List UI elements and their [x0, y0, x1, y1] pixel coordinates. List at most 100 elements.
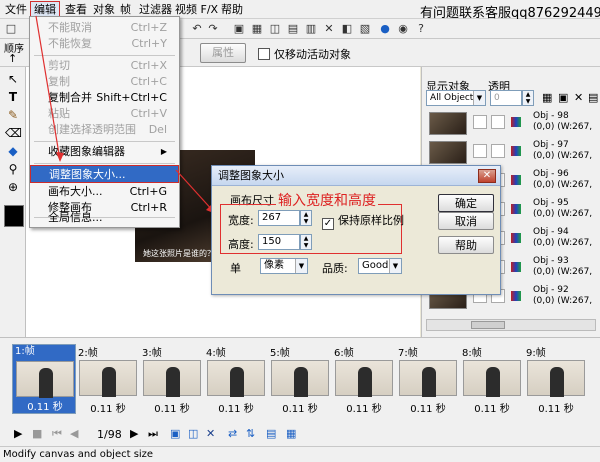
object-visible-box[interactable]	[473, 144, 487, 158]
object-filter-select[interactable]: All Object ▼	[426, 90, 486, 106]
chevron-down-icon: ▼	[295, 259, 307, 273]
help-cursor-icon[interactable]: ?	[414, 22, 428, 36]
quality-select[interactable]: Good ▼	[358, 258, 402, 274]
copy-frame-icon[interactable]: ◫	[188, 427, 198, 440]
timeline-frame[interactable]: 1:帧 0.11 秒	[12, 344, 76, 414]
menu-object[interactable]: 对象	[90, 2, 118, 17]
frame-duration: 0.11 秒	[538, 404, 574, 415]
transparency-input[interactable]: 0	[490, 90, 522, 106]
object-lock-box[interactable]	[491, 144, 505, 158]
foreground-color-swatch[interactable]	[4, 205, 24, 227]
timeline-frame[interactable]: 5:帧 0.11 秒	[268, 344, 332, 415]
menu-view[interactable]: 查看	[62, 2, 90, 17]
panel-grid-icon[interactable]: ▦	[542, 91, 552, 104]
transparency-spinner[interactable]: ▲ ▼	[522, 90, 534, 106]
prev-frame-icon[interactable]: ◀	[70, 427, 78, 440]
menu-file[interactable]: 文件	[2, 2, 30, 17]
cancel-button[interactable]: 取消	[438, 212, 494, 230]
zoom-tool-icon[interactable]: ⊕	[5, 179, 21, 195]
delete-frame-icon[interactable]: ✕	[206, 427, 215, 440]
unit-select[interactable]: 像素 ▼	[260, 258, 308, 274]
menu-item-global-info[interactable]: 全局信息...	[30, 209, 179, 227]
export-icon[interactable]: ▤	[286, 22, 300, 36]
height-spinner[interactable]: ▲ ▼	[300, 234, 312, 250]
object-row[interactable]: Obj - 98 (0,0) (W:267,	[427, 111, 597, 136]
object-visible-box[interactable]	[473, 115, 487, 129]
add-frame-icon[interactable]: ▣	[170, 427, 180, 440]
move-active-checkbox[interactable]	[258, 48, 270, 60]
menu-frame[interactable]: 帧	[117, 2, 134, 17]
timeline-frame[interactable]: 4:帧 0.11 秒	[204, 344, 268, 415]
object-row[interactable]: Obj - 97 (0,0) (W:267,	[427, 140, 597, 165]
frame-label: 4:帧	[206, 348, 226, 359]
attributes-button[interactable]: 属性	[200, 43, 246, 63]
frame-properties-icon[interactable]: ▤	[266, 427, 276, 440]
scrollbar-thumb[interactable]	[471, 321, 505, 329]
ok-button[interactable]: 确定	[438, 194, 494, 212]
last-frame-icon[interactable]: ⏭	[148, 427, 158, 441]
optimize-icon[interactable]: ▧	[358, 22, 372, 36]
height-input[interactable]: 150	[258, 234, 300, 250]
timeline-frame[interactable]: 6:帧 0.11 秒	[332, 344, 396, 415]
menu-item-redo[interactable]: 不能恢复 Ctrl+Y	[30, 35, 179, 53]
undo-icon[interactable]: ↶	[190, 22, 204, 36]
frame-thumbnail	[527, 360, 585, 397]
keep-ratio-toggle[interactable]: ✓ 保持原样比例	[322, 212, 404, 230]
preview-icon[interactable]: ◉	[396, 22, 410, 36]
unit-label: 单	[230, 262, 241, 275]
brush-tool-icon[interactable]: ✎	[5, 107, 21, 123]
first-frame-icon[interactable]: ⏮	[52, 427, 62, 441]
menu-item-label: 调整图象大小...	[49, 168, 126, 181]
arrow-up-icon[interactable]: ↑	[8, 52, 17, 65]
frame-icon[interactable]: ▦	[250, 22, 264, 36]
timeline-frame[interactable]: 3:帧 0.11 秒	[140, 344, 204, 415]
globe-icon[interactable]: ●	[378, 22, 392, 36]
menu-item-shortcut: Ctrl+Y	[131, 37, 167, 50]
timeline-frame[interactable]: 2:帧 0.11 秒	[76, 344, 140, 415]
menu-help[interactable]: 帮助	[218, 2, 246, 17]
menu-separator	[34, 163, 175, 164]
panel-export-icon[interactable]: ▤	[588, 91, 598, 104]
eyedropper-tool-icon[interactable]: ⚲	[5, 161, 21, 177]
menu-item-resize-image[interactable]: 调整图象大小...	[30, 165, 179, 183]
frame-thumbnail	[463, 360, 521, 397]
text-tool-icon[interactable]: T	[5, 89, 21, 105]
redo-icon[interactable]: ↷	[206, 22, 220, 36]
panel-delete-icon[interactable]: ✕	[574, 91, 583, 104]
object-lock-box[interactable]	[491, 115, 505, 129]
menu-item-label: 剪切	[48, 59, 70, 72]
effects-icon[interactable]: ◧	[340, 22, 354, 36]
next-frame-icon[interactable]: ▶	[130, 427, 138, 440]
play-icon[interactable]: ▶	[14, 427, 22, 440]
panel-frame-icon[interactable]: ▣	[558, 91, 568, 104]
fill-tool-icon[interactable]: ◆	[5, 143, 21, 159]
move-active-only-toggle[interactable]: 仅移动活动对象	[258, 46, 351, 62]
timeline-frame[interactable]: 8:帧 0.11 秒	[460, 344, 524, 415]
width-spinner[interactable]: ▲ ▼	[300, 210, 312, 226]
tween-icon[interactable]: ⇅	[246, 427, 255, 440]
help-button[interactable]: 帮助	[438, 236, 494, 254]
image-icon[interactable]: ▣	[232, 22, 246, 36]
menu-video-fx[interactable]: 视频 F/X	[172, 2, 221, 17]
layers-icon[interactable]: ◫	[268, 22, 282, 36]
timeline-frame[interactable]: 7:帧 0.11 秒	[396, 344, 460, 415]
timeline-frame[interactable]: 9:帧 0.11 秒	[524, 344, 588, 415]
width-input[interactable]: 267	[258, 210, 300, 226]
menu-item-label: 不能取消	[48, 21, 92, 34]
menu-item-favorite-editor[interactable]: 收藏图象编辑器 ▶	[30, 143, 179, 161]
object-info: Obj - 94 (0,0) (W:267,	[533, 227, 592, 249]
crop-icon[interactable]: ✕	[322, 22, 336, 36]
pointer-tool-icon[interactable]: ↖	[5, 71, 21, 87]
object-list-scrollbar[interactable]	[426, 319, 596, 331]
grid-icon[interactable]: ▥	[304, 22, 318, 36]
stop-icon[interactable]: ■	[32, 427, 42, 440]
eraser-tool-icon[interactable]: ⌫	[5, 125, 22, 141]
close-icon[interactable]: ✕	[478, 169, 496, 183]
object-info: Obj - 97 (0,0) (W:267,	[533, 140, 592, 162]
keep-ratio-checkbox[interactable]: ✓	[322, 218, 334, 230]
menu-filter[interactable]: 过滤器	[136, 2, 175, 17]
frame-settings-icon[interactable]: ▦	[286, 427, 296, 440]
reverse-icon[interactable]: ⇄	[228, 427, 237, 440]
menu-item-create-selection[interactable]: 创建选择透明范围 Del	[30, 121, 179, 139]
new-file-icon[interactable]: □	[4, 22, 18, 36]
